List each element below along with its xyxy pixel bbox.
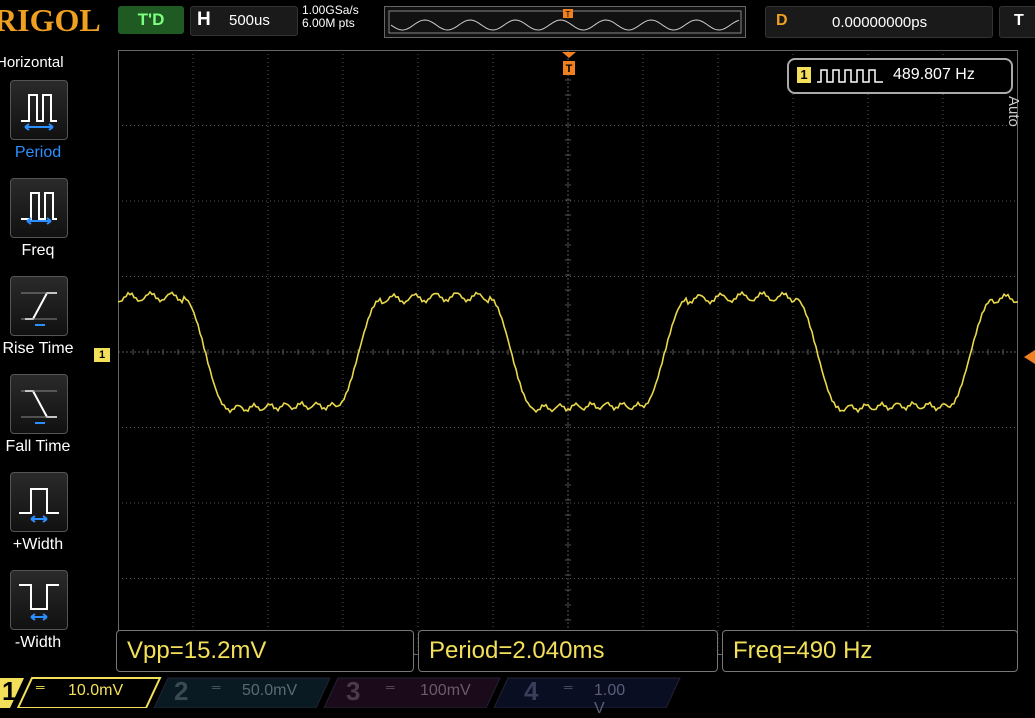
- counter-channel-badge: 1: [797, 67, 811, 83]
- menu-item-label: -Width: [14, 634, 62, 651]
- timebase-value: 500us: [229, 12, 270, 29]
- menu-item-positive-width[interactable]: +Width: [4, 472, 76, 568]
- memory-overview-strip[interactable]: T: [384, 6, 746, 38]
- counter-value: 489.807 Hz: [893, 66, 975, 83]
- acquisition-info: 1.00GSa/s 6.00M pts: [302, 4, 359, 30]
- memory-depth: 6.00M pts: [302, 16, 355, 30]
- trigger-mode-label: Auto: [1005, 96, 1022, 127]
- frequency-icon: [10, 178, 68, 238]
- menu-item-freq[interactable]: Freq: [4, 178, 76, 274]
- frequency-counter: 1 489.807 Hz: [787, 58, 1013, 94]
- trigger-position-icon: T: [563, 9, 573, 19]
- dc-coupling-icon: ═: [36, 680, 45, 694]
- trigger-position-marker: T: [561, 52, 577, 87]
- svg-text:T: T: [566, 63, 573, 75]
- menu-item-label: Freq: [21, 242, 55, 259]
- delay-box[interactable]: D 0.00000000ps: [765, 6, 993, 38]
- brand-logo: RIGOL: [0, 2, 101, 38]
- measurement-freq[interactable]: Freq=490 Hz: [722, 630, 1018, 672]
- dc-coupling-icon: ═: [212, 680, 221, 694]
- negative-width-icon: [10, 570, 68, 630]
- channel-bar: 1 ═ 10.0mV 2 ═ 50.0mV 3 ═ 100mV 4 ═ 1.00…: [0, 676, 1035, 717]
- waveform-display[interactable]: [118, 50, 1018, 655]
- channel4-number: 4: [524, 676, 539, 706]
- run-state-badge[interactable]: T'D: [118, 6, 184, 34]
- graticule: [118, 50, 1018, 655]
- menu-item-rise-time[interactable]: Rise Time: [2, 276, 76, 372]
- square-wave-icon: [817, 69, 883, 83]
- trigger-letter: T: [1014, 12, 1024, 29]
- fall-time-icon: [10, 374, 68, 434]
- menu-item-label: +Width: [12, 536, 64, 553]
- trigger-level-marker[interactable]: [1024, 350, 1035, 364]
- memory-overview-waveform: T: [388, 9, 742, 34]
- channel3-number: 3: [346, 676, 361, 706]
- horizontal-measure-menu: Horizontal Period Freq Rise Time Fall Ti…: [0, 50, 78, 658]
- timebase-box[interactable]: H 500us: [190, 6, 298, 36]
- channel-tab-backgrounds: [0, 677, 681, 708]
- menu-item-period[interactable]: Period: [4, 80, 76, 176]
- dc-coupling-icon: ═: [386, 680, 395, 694]
- channel1-scale: 10.0mV: [68, 682, 124, 699]
- menu-item-fall-time[interactable]: Fall Time: [4, 374, 76, 470]
- channel4-scale: 1.00 V: [594, 682, 626, 717]
- channel2-number: 2: [174, 676, 189, 706]
- menu-title: Horizontal: [0, 54, 64, 71]
- measurement-period[interactable]: Period=2.040ms: [418, 630, 718, 672]
- channel1-number: 1: [2, 676, 17, 706]
- svg-text:T: T: [566, 10, 571, 19]
- menu-item-negative-width[interactable]: -Width: [4, 570, 76, 666]
- dc-coupling-icon: ═: [564, 680, 573, 694]
- horizontal-letter: H: [197, 9, 211, 30]
- measurement-vpp[interactable]: Vpp=15.2mV: [116, 630, 414, 672]
- positive-width-icon: [10, 472, 68, 532]
- menu-item-label: Fall Time: [5, 438, 71, 455]
- trigger-box[interactable]: T: [999, 6, 1035, 38]
- rise-time-icon: [10, 276, 68, 336]
- delay-letter: D: [776, 12, 788, 29]
- channel2-scale: 50.0mV: [242, 682, 298, 699]
- menu-item-label: Rise Time: [2, 340, 74, 357]
- status-bar: RIGOL T'D H 500us 1.00GSa/s 6.00M pts T …: [0, 0, 1035, 44]
- channel1-offset-marker[interactable]: 1: [94, 348, 110, 362]
- period-icon: [10, 80, 68, 140]
- menu-item-label: Period: [14, 144, 62, 161]
- channel3-scale: 100mV: [420, 682, 471, 699]
- delay-value: 0.00000000ps: [832, 14, 928, 31]
